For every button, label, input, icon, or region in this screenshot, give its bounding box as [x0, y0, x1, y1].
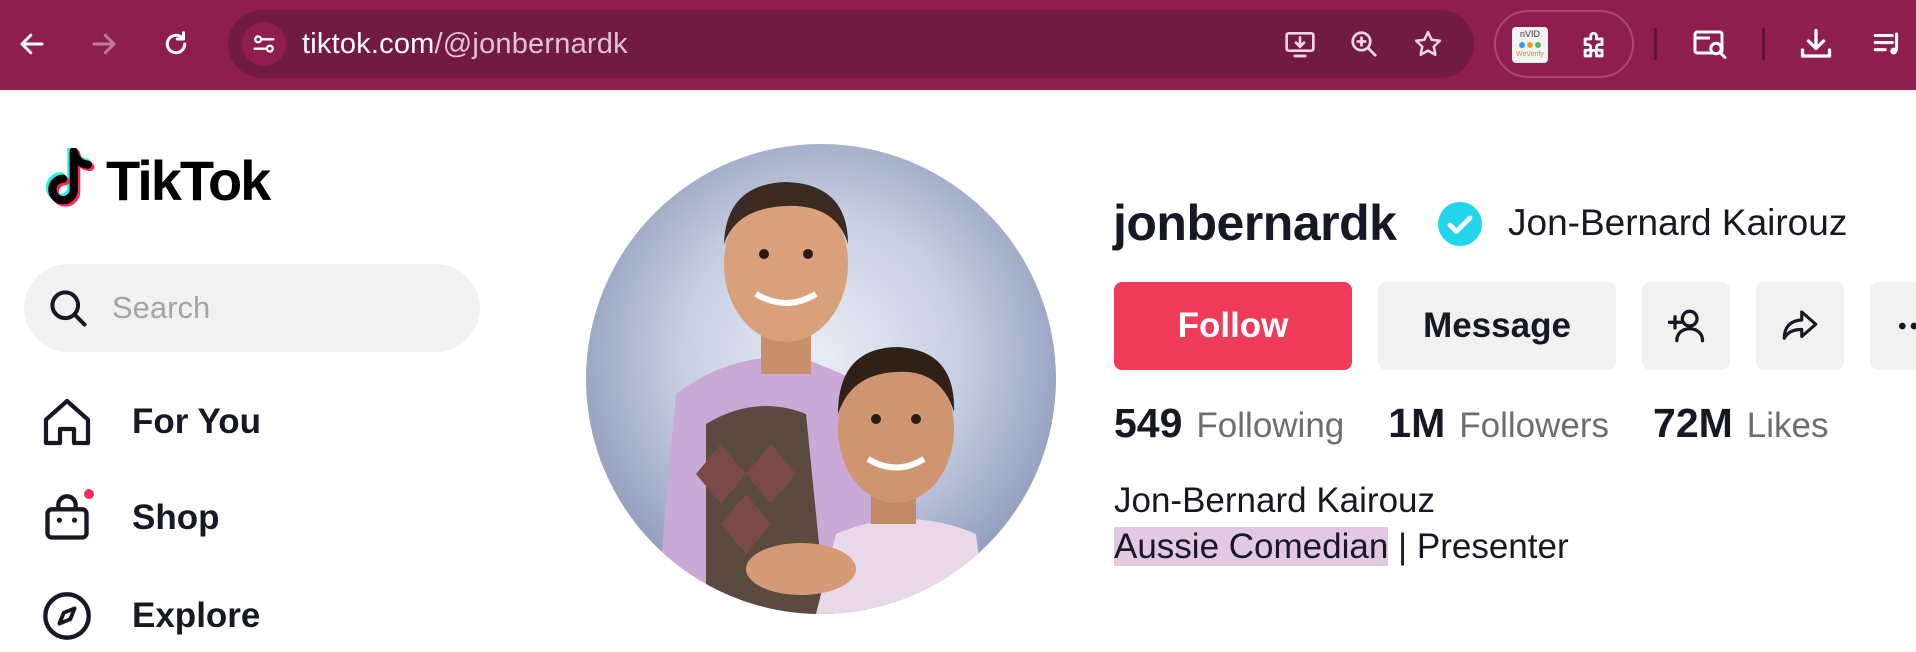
extensions-button[interactable]: [1576, 27, 1614, 65]
sidebar-item-explore[interactable]: Explore: [38, 584, 260, 648]
logo-wordmark: TikTok: [106, 148, 271, 212]
sidebar-item-for-you[interactable]: For You: [38, 390, 261, 454]
tune-icon: [253, 35, 275, 53]
bio-rest: | Presenter: [1388, 527, 1569, 566]
reading-list-button[interactable]: [1868, 24, 1908, 64]
home-icon: [38, 393, 96, 451]
bookmark-button[interactable]: [1410, 26, 1446, 62]
sidebar-item-label: Shop: [132, 498, 220, 537]
tiktok-note-icon: [45, 148, 95, 207]
reload-button[interactable]: [154, 22, 198, 66]
profile-stats: 549 Following 1M Followers 72M Likes: [1114, 400, 1873, 450]
suggested-accounts-button[interactable]: [1642, 282, 1730, 370]
address-bar[interactable]: tiktok.com/@jonbernardk: [228, 10, 1474, 78]
puzzle-icon: [1583, 31, 1604, 58]
stat-label: Following: [1196, 406, 1345, 445]
bio-highlight: Aussie Comedian: [1114, 527, 1389, 566]
reading-list-icon: [1873, 32, 1899, 55]
invid-extension-button[interactable]: nVID WeVerify: [1512, 27, 1548, 63]
more-dots-icon: [1899, 322, 1916, 330]
stat-following[interactable]: 549 Following: [1114, 400, 1344, 447]
downloads-button[interactable]: [1796, 24, 1836, 64]
forward-arrow-icon: [92, 33, 116, 55]
browser-toolbar: tiktok.com/@jonbernardk nVID WeVerify: [0, 0, 1916, 90]
zoom-icon: [1351, 31, 1377, 57]
more-options-button[interactable]: [1870, 282, 1916, 370]
stat-value: 549: [1114, 400, 1183, 446]
toolbar-separator: [1654, 28, 1657, 60]
back-button[interactable]: [10, 22, 54, 66]
url-path: /@jonbernardk: [434, 28, 628, 60]
forward-button[interactable]: [82, 22, 126, 66]
url-text[interactable]: tiktok.com/@jonbernardk: [302, 28, 628, 61]
search-placeholder: Search: [112, 290, 211, 325]
tab-search-button[interactable]: [1690, 24, 1730, 64]
stat-label: Likes: [1746, 406, 1829, 445]
avatar-photo: [656, 182, 986, 614]
follow-button[interactable]: Follow: [1114, 282, 1352, 370]
stat-value: 1M: [1388, 400, 1446, 446]
search-input[interactable]: Search: [24, 264, 480, 352]
share-arrow-icon: [1782, 310, 1818, 340]
compass-icon: [38, 587, 96, 645]
invid-logo-dots: [1512, 42, 1548, 48]
invid-extension-sub: WeVerify: [1516, 51, 1544, 58]
url-domain: tiktok.com: [302, 28, 435, 60]
zoom-button[interactable]: [1346, 26, 1382, 62]
sidebar-item-label: For You: [132, 402, 261, 441]
share-button[interactable]: [1756, 282, 1844, 370]
stat-value: 72M: [1653, 400, 1733, 446]
profile-username: jonbernardk: [1113, 195, 1397, 251]
install-app-icon: [1285, 32, 1315, 58]
star-icon: [1414, 30, 1442, 56]
sidebar-item-shop[interactable]: Shop: [38, 486, 219, 550]
search-icon: [50, 290, 87, 327]
notification-dot: [84, 489, 94, 499]
tiktok-logo[interactable]: TikTok: [40, 148, 271, 212]
shopping-bag-icon: [38, 489, 96, 547]
site-settings-button[interactable]: [242, 22, 286, 66]
message-button[interactable]: Message: [1378, 282, 1616, 370]
profile-bio: Jon-Bernard Kairouz Aussie Comedian | Pr…: [1114, 478, 1569, 570]
stat-likes: 72M Likes: [1653, 400, 1828, 447]
toolbar-separator: [1762, 28, 1765, 60]
invid-extension-label: nVID: [1519, 29, 1540, 39]
profile-avatar[interactable]: [586, 144, 1056, 614]
sidebar-item-label: Explore: [132, 596, 261, 635]
back-arrow-icon: [20, 33, 44, 55]
stat-followers[interactable]: 1M Followers: [1388, 400, 1609, 447]
stat-label: Followers: [1459, 406, 1610, 445]
profile-nickname: Jon-Bernard Kairouz: [1508, 202, 1848, 243]
verified-badge-icon: [1438, 202, 1482, 246]
tab-search-icon: [1693, 30, 1727, 59]
bio-line-2: Aussie Comedian | Presenter: [1114, 524, 1569, 570]
extensions-group: nVID WeVerify: [1494, 10, 1634, 78]
install-app-button[interactable]: [1282, 26, 1318, 62]
bio-line-1: Jon-Bernard Kairouz: [1114, 481, 1435, 520]
download-icon: [1800, 28, 1832, 58]
reload-icon: [165, 31, 187, 55]
add-user-icon: [1667, 309, 1705, 343]
